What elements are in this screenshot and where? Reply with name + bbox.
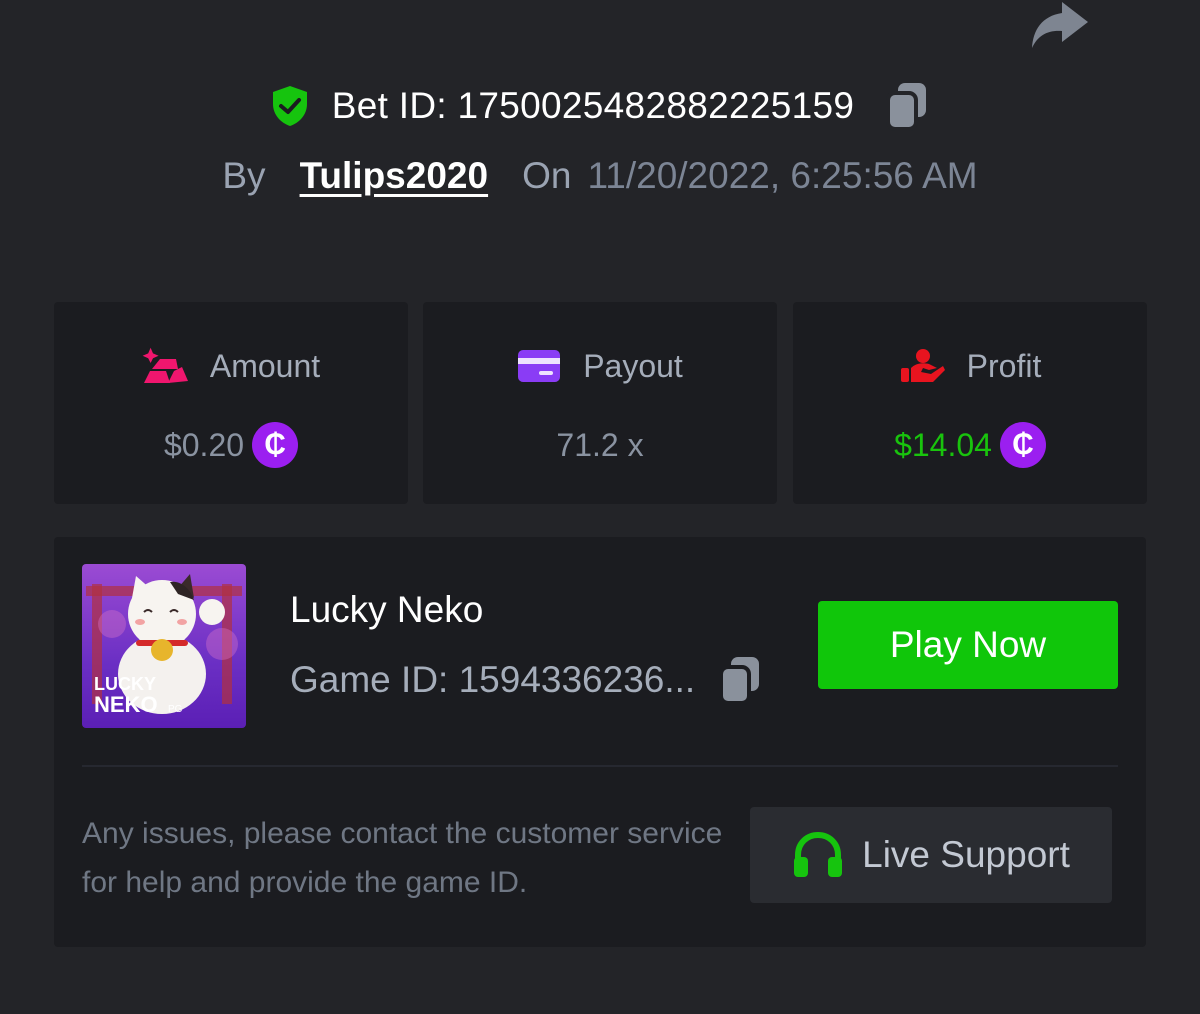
play-now-button[interactable]: Play Now	[818, 601, 1118, 689]
by-label: By	[222, 155, 266, 196]
game-name: Lucky Neko	[290, 589, 484, 630]
payout-label: Payout	[583, 347, 683, 384]
live-support-label: Live Support	[862, 834, 1070, 875]
game-thumbnail[interactable]: LUCKY NEKO PG	[82, 564, 246, 728]
coin-icon: ₵	[999, 422, 1046, 468]
bet-date: 11/20/2022, 6:25:56 AM	[587, 155, 978, 196]
verified-shield-icon	[272, 86, 307, 126]
divider	[82, 765, 1118, 767]
hand-coin-icon	[900, 349, 945, 382]
live-support-button[interactable]: Live Support	[750, 807, 1112, 903]
profit-value-row: $14.04 ₵	[793, 420, 1147, 470]
thumbnail-title-line1: LUCKY	[94, 674, 156, 694]
gold-bars-icon	[142, 347, 188, 383]
share-icon[interactable]	[1026, 0, 1092, 52]
profit-card: Profit $14.04 ₵	[793, 302, 1147, 504]
headphones-icon	[794, 831, 843, 877]
copy-icon[interactable]	[884, 81, 930, 131]
game-card: LUCKY NEKO PG Lucky Neko Game ID: 159433…	[54, 537, 1146, 947]
username-link[interactable]: Tulips2020	[300, 155, 489, 197]
card-icon	[518, 350, 561, 382]
game-id: Game ID: 1594336236...	[290, 659, 696, 700]
bet-stats: Amount $0.20 ₵ Payout 71.2 x Profit $14.…	[54, 302, 1147, 504]
amount-value-row: $0.20 ₵	[54, 420, 408, 470]
payout-value-row: 71.2 x	[423, 420, 777, 470]
bet-meta-row: By Tulips2020 On 11/20/2022, 6:25:56 AM	[0, 150, 1200, 202]
help-text: Any issues, please contact the customer …	[82, 817, 723, 899]
payout-card: Payout 71.2 x	[423, 302, 777, 504]
payout-value: 71.2 x	[556, 426, 644, 463]
game-id-row: Game ID: 1594336236...	[290, 655, 763, 705]
bet-id-row: Bet ID: 1750025482882225159	[0, 80, 1200, 132]
on-label: On	[522, 155, 572, 196]
profit-label: Profit	[966, 347, 1042, 384]
coin-icon: ₵	[252, 422, 299, 468]
bet-id: Bet ID: 1750025482882225159	[331, 85, 855, 126]
bet-details-page: Bet ID: 1750025482882225159 By Tulips202…	[0, 0, 1200, 1014]
amount-card: Amount $0.20 ₵	[54, 302, 408, 504]
profit-value: $14.04	[894, 426, 992, 463]
thumbnail-title-line2: NEKO	[94, 692, 158, 717]
thumbnail-brand: PG	[168, 704, 183, 715]
copy-icon[interactable]	[717, 655, 763, 705]
amount-label: Amount	[209, 347, 321, 384]
amount-value: $0.20	[163, 426, 245, 463]
